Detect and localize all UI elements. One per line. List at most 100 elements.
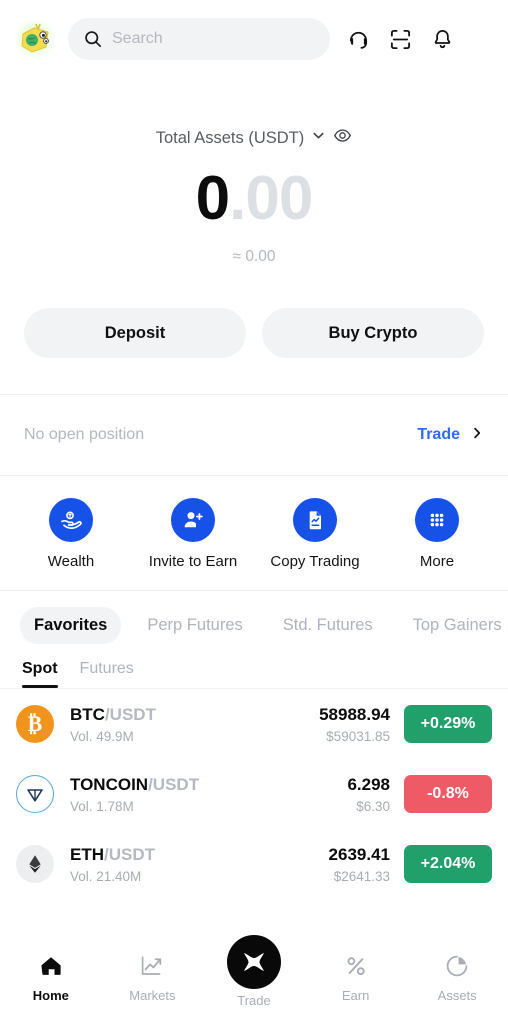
coin-meta: ETH/USDT Vol. 21.40M: [70, 845, 329, 884]
chart-trend-icon: [139, 951, 165, 981]
coin-volume: Vol. 49.9M: [70, 728, 134, 744]
nav-label: Trade: [237, 993, 271, 1008]
coin-price: 58988.94: [319, 704, 390, 724]
coin-quote: /USDT: [104, 844, 155, 864]
table-row[interactable]: TONCOIN/USDT Vol. 1.78M 6.298 $6.30 -0.8…: [16, 759, 492, 829]
position-trade-label: Trade: [417, 426, 460, 443]
market-tab-perp-futures[interactable]: Perp Futures: [133, 607, 256, 644]
quick-action-wealth[interactable]: Wealth: [10, 498, 132, 570]
no-open-position-text: No open position: [24, 426, 145, 443]
bitcoin-icon: ₿: [16, 705, 54, 743]
home-icon: [38, 951, 64, 981]
quick-action-invite-to-earn[interactable]: Invite to Earn: [132, 498, 254, 570]
bingx-logo-icon: [226, 935, 281, 989]
coin-price: 6.298: [347, 774, 390, 794]
nav-label: Home: [32, 988, 69, 1003]
nav-item-markets[interactable]: Markets: [102, 951, 204, 1003]
chevron-right-icon: [470, 426, 484, 445]
position-trade-link[interactable]: Trade: [417, 426, 484, 445]
scan-qr-icon[interactable]: [388, 27, 412, 51]
amount-integer: 0: [195, 164, 230, 233]
deposit-button[interactable]: Deposit: [24, 308, 246, 358]
amount-decimal: .00: [229, 164, 313, 233]
coin-base: TONCOIN: [70, 774, 149, 794]
table-row[interactable]: ₿ BTC/USDT Vol. 49.9M 58988.94 $59031.85…: [16, 689, 492, 759]
coin-quote: /USDT: [104, 704, 156, 724]
coin-price-usd: $6.30: [356, 798, 390, 814]
sub-tab-futures[interactable]: Futures: [80, 660, 134, 688]
eye-visibility-icon[interactable]: [333, 126, 352, 150]
nav-item-home[interactable]: Home: [0, 951, 102, 1003]
quick-action-copy-trading[interactable]: Copy Trading: [254, 498, 376, 570]
coin-base: BTC: [70, 704, 105, 724]
app-screen: Total Assets (USDT) 0.00 ≈ 0.00 Deposit …: [0, 0, 508, 1024]
coin-price-block: 58988.94 $59031.85: [319, 705, 390, 744]
toncoin-icon: [16, 775, 54, 813]
coin-price-usd: $2641.33: [333, 868, 390, 884]
coin-price: 2639.41: [328, 844, 390, 864]
coin-volume: Vol. 1.78M: [70, 798, 134, 814]
table-row[interactable]: ETH/USDT Vol. 21.40M 2639.41 $2641.33 +2…: [16, 829, 492, 899]
app-logo[interactable]: [12, 16, 58, 62]
app-logo-icon: [21, 23, 49, 53]
total-assets-section: Total Assets (USDT) 0.00 ≈ 0.00: [0, 78, 508, 266]
quick-action-label: Invite to Earn: [148, 553, 238, 570]
document-chart-icon: [293, 498, 337, 542]
search-icon: [84, 30, 102, 48]
quick-action-more[interactable]: More: [376, 498, 498, 570]
percent-icon: [343, 951, 369, 981]
coin-meta: BTC/USDT Vol. 49.9M: [70, 705, 319, 744]
quick-actions-row: Wealth Invite to Earn Copy Trading More: [0, 476, 508, 590]
coin-base: ETH: [70, 844, 104, 864]
coin-pair: BTC/USDT: [70, 705, 156, 724]
market-tab-top-gainers[interactable]: Top Gainers: [399, 607, 508, 644]
market-category-tabs: Favorites Perp Futures Std. Futures Top …: [0, 591, 508, 644]
hand-coin-icon: [49, 498, 93, 542]
nav-label: Earn: [341, 988, 370, 1003]
nav-label: Markets: [129, 988, 176, 1003]
nav-item-trade[interactable]: Trade: [203, 935, 305, 1008]
total-assets-amount: 0.00: [0, 168, 508, 230]
chevron-down-icon[interactable]: [311, 128, 326, 148]
coin-price-block: 2639.41 $2641.33: [329, 845, 390, 884]
search-bar[interactable]: [68, 18, 330, 60]
status-badge[interactable]: -0.8%: [404, 775, 492, 813]
market-sub-tabs: Spot Futures: [0, 644, 508, 688]
nav-label: Assets: [437, 988, 477, 1003]
search-input[interactable]: [112, 30, 314, 48]
quick-action-label: Wealth: [47, 553, 95, 570]
coin-pair: TONCOIN/USDT: [70, 775, 199, 794]
quick-action-label: More: [419, 553, 455, 570]
grid-dots-icon: [415, 498, 459, 542]
status-badge[interactable]: +2.04%: [404, 845, 492, 883]
nav-item-earn[interactable]: Earn: [305, 951, 407, 1003]
pie-chart-icon: [444, 951, 470, 981]
coin-pair: ETH/USDT: [70, 845, 155, 864]
coin-list: ₿ BTC/USDT Vol. 49.9M 58988.94 $59031.85…: [0, 689, 508, 899]
market-tab-favorites[interactable]: Favorites: [20, 607, 122, 644]
buy-crypto-button[interactable]: Buy Crypto: [262, 308, 484, 358]
nav-item-assets[interactable]: Assets: [406, 951, 508, 1003]
total-assets-label-row[interactable]: Total Assets (USDT): [0, 126, 508, 150]
coin-volume: Vol. 21.40M: [70, 868, 142, 884]
total-assets-label: Total Assets (USDT): [155, 128, 305, 147]
sub-tab-spot[interactable]: Spot: [22, 660, 58, 688]
open-position-row[interactable]: No open position Trade: [0, 395, 508, 475]
primary-actions: Deposit Buy Crypto: [0, 266, 508, 358]
status-badge[interactable]: +0.29%: [404, 705, 492, 743]
quick-action-label: Copy Trading: [270, 553, 360, 570]
market-tab-std-futures[interactable]: Std. Futures: [269, 607, 387, 644]
bottom-navigation: Home Markets Trade Earn Assets: [0, 935, 508, 1024]
coin-quote: /USDT: [148, 774, 200, 794]
app-header: [0, 0, 508, 78]
notification-bell-icon[interactable]: [430, 27, 454, 51]
ethereum-icon: [16, 845, 54, 883]
coin-meta: TONCOIN/USDT Vol. 1.78M: [70, 775, 347, 814]
coin-price-block: 6.298 $6.30: [347, 775, 390, 814]
person-add-icon: [171, 498, 215, 542]
support-headset-icon[interactable]: [346, 27, 370, 51]
header-actions: [346, 27, 454, 51]
svg-text:₿: ₿: [28, 711, 43, 736]
total-assets-approx: ≈ 0.00: [232, 248, 276, 265]
coin-price-usd: $59031.85: [326, 728, 390, 744]
